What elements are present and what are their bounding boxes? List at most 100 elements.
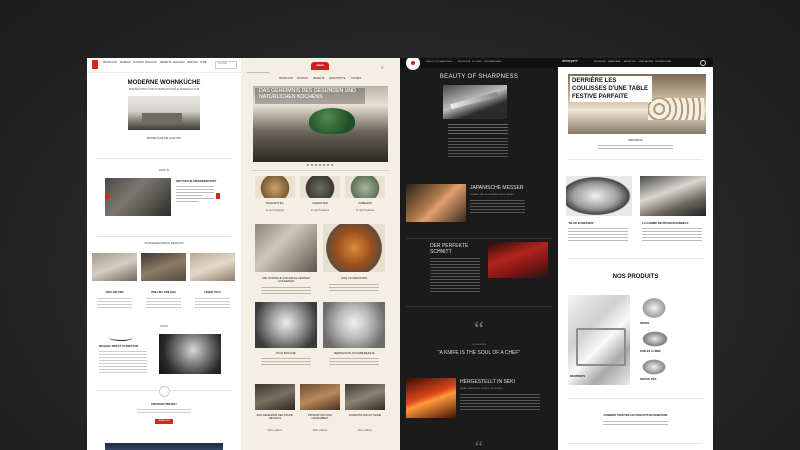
more-link-2[interactable]: Mehr erfahren — [300, 430, 340, 432]
nav-item-0[interactable]: PRODUKTE — [103, 61, 117, 65]
bottom-title-1: DAS GEHEIMNIS DES STAUB-DECKELS — [256, 414, 294, 421]
nav-item-0[interactable]: BEAUTY OF SHARPNESS — [426, 61, 452, 63]
divider — [406, 306, 552, 307]
nav-item-0[interactable]: PRODUITS — [594, 61, 605, 63]
section-made: MADE IN — [158, 169, 170, 172]
hero-plates — [648, 98, 704, 120]
newsletter-text — [137, 409, 191, 415]
nav-item-1[interactable]: MARKEN — [120, 61, 131, 65]
product-image-3 — [345, 176, 385, 198]
pot-stack-handle — [576, 328, 626, 366]
nav-item-4[interactable]: REZEPTE — [160, 61, 172, 65]
chef-portrait-1 — [255, 302, 317, 348]
section3-title: HERGESTELLT IN SEKI — [460, 379, 515, 385]
nav-item-2[interactable]: RECETTES — [624, 61, 636, 63]
cat-3-label[interactable]: SPÉCIALITÉS — [640, 378, 656, 382]
nav-item-1[interactable]: KOCHEN — [297, 77, 308, 81]
nav-item-4[interactable]: STORES — [351, 77, 361, 81]
nav-item-1[interactable]: PRODUKTE — [458, 61, 470, 63]
nav-item-2[interactable]: KOCHEN — [133, 61, 144, 65]
bottom-image-1 — [255, 384, 295, 410]
product-image-2 — [300, 176, 340, 198]
fish-image — [488, 242, 548, 278]
search-label: SUCHE — [218, 62, 227, 65]
hero-line-1: DERRIÈRE LES — [572, 78, 617, 84]
nav-item-3[interactable]: SPÉCIALITÉS — [639, 61, 653, 63]
nav-item-0[interactable]: PRODUKTE — [279, 77, 293, 81]
fry-pan-image — [640, 330, 670, 348]
cat-2-label[interactable]: POÊLES À FRIRE — [640, 350, 661, 354]
carousel-prev-button[interactable] — [105, 193, 109, 199]
search-input[interactable] — [247, 68, 269, 73]
product-button-1[interactable]: Zu den Produkten — [255, 210, 295, 212]
nav-item-7[interactable]: SHOP — [200, 61, 207, 65]
hero-subtitle: SPEZIALISTIN FÜR INTERNATIONALE WOHNKULT… — [128, 87, 200, 91]
divider — [406, 238, 552, 239]
newsletter-title: PRODUKTINFOS? — [151, 402, 177, 406]
products-title: NOS PRODUITS — [612, 274, 659, 280]
zwilling-logo[interactable] — [92, 60, 98, 69]
product-name-1: BAGUETTES — [266, 201, 284, 205]
cat-1-label[interactable]: SÉRIES — [640, 322, 649, 326]
enamel-image — [255, 224, 317, 272]
bottom-image-2 — [300, 384, 340, 410]
section-circle-icon — [159, 386, 170, 397]
demeyere-logo[interactable]: demeyere — [562, 59, 578, 64]
cocotte-pot — [309, 108, 355, 134]
product-name-3: ZUBEHÖR — [358, 201, 372, 205]
feature-right-text — [642, 228, 702, 242]
bottom-text — [603, 421, 668, 427]
chef2-name: VERWANDTE KOCHBEREICHE — [333, 351, 375, 355]
card-label-3: FRANK TOTH — [204, 291, 221, 294]
divider — [251, 170, 390, 171]
more-link-1[interactable]: Mehr erfahren — [255, 430, 295, 432]
more-link-3[interactable]: Mehr erfahren — [345, 430, 385, 432]
hero-text — [448, 124, 508, 134]
section-chefs: CHEFS — [159, 325, 169, 328]
staub-logo-text: staub — [315, 63, 324, 67]
hero-caption: BIENVENUE — [628, 139, 643, 142]
nav-item-1[interactable]: DEMEYERE — [608, 61, 620, 63]
quote-mark-icon: “ — [474, 316, 484, 341]
card-label-2: ZWILLING ZWILLING — [151, 291, 176, 294]
divider — [568, 258, 703, 259]
cutting-image — [406, 184, 466, 222]
hero-title: MODERNE WOHNKÜCHE — [127, 80, 201, 86]
nav-item-2[interactable]: REZEPTE — [313, 77, 325, 81]
feature2-title: COQ AU RIEPOURS — [340, 276, 368, 280]
cart-icon[interactable]: ☰ — [381, 67, 384, 70]
feature1-title: DIE VORTEILE VON EMAILLIERTEM GUSSEISEN — [262, 276, 310, 284]
product-image-1 — [255, 176, 295, 198]
chef-text — [99, 351, 147, 373]
search-icon[interactable] — [700, 60, 706, 66]
carousel-dots[interactable] — [307, 164, 335, 166]
quote-text: "A KNIFE IS THE SOUL OF A CHEF" — [437, 350, 521, 356]
bottom-image-3 — [345, 384, 385, 410]
quality-button[interactable]: WOHNKÜCHE DIE QUALITÄT — [87, 137, 241, 141]
nav-item-3[interactable]: ZWILLING — [145, 61, 157, 65]
panel-zwilling: PRODUKTE MARKEN KOCHEN ZWILLING REZEPTE … — [87, 58, 241, 450]
chef-portrait — [159, 334, 221, 374]
product-button-3[interactable]: Zu den Produkten — [345, 210, 385, 212]
miyabi-logo-mark — [411, 61, 415, 65]
nav-item-4[interactable]: TECHNOLOGIE — [655, 61, 671, 63]
panel-miyabi: BEAUTY OF SHARPNESS PRODUKTE KOCHEN UNTE… — [400, 58, 558, 450]
nav-item-6[interactable]: SERVICE — [187, 61, 198, 65]
panel-staub: staub ☰ PRODUKTE KOCHEN REZEPTE GESCHICH… — [241, 58, 400, 450]
section1-sub: SCHARF, WIE NUR JAPANISCHE KLINGEN — [470, 194, 514, 196]
design-image-3 — [190, 253, 235, 281]
chef-image — [640, 176, 706, 216]
nav-item-3[interactable]: UNTERNEHMEN — [484, 61, 501, 63]
carousel-next-button[interactable] — [216, 193, 220, 199]
nav-item-5[interactable]: MAGAZIN — [173, 61, 184, 65]
cat-4-label[interactable]: RÉCIPIENTS — [570, 375, 585, 379]
hero-line-2: COULISSES D'UNE TABLE — [572, 86, 648, 92]
chef-portrait-2 — [323, 302, 385, 348]
divider — [568, 443, 703, 444]
feature1-text — [261, 287, 311, 295]
product-button-2[interactable]: Zu den Produkten — [300, 210, 340, 212]
kitchen-counter — [142, 113, 182, 123]
nav-item-2[interactable]: KOCHEN — [472, 61, 481, 63]
section3-sub: JAPAN, GEFERTIGT IN SEIT 1731 IN SEKI — [460, 388, 503, 390]
nav-item-3[interactable]: GESCHICHTE — [329, 77, 345, 81]
